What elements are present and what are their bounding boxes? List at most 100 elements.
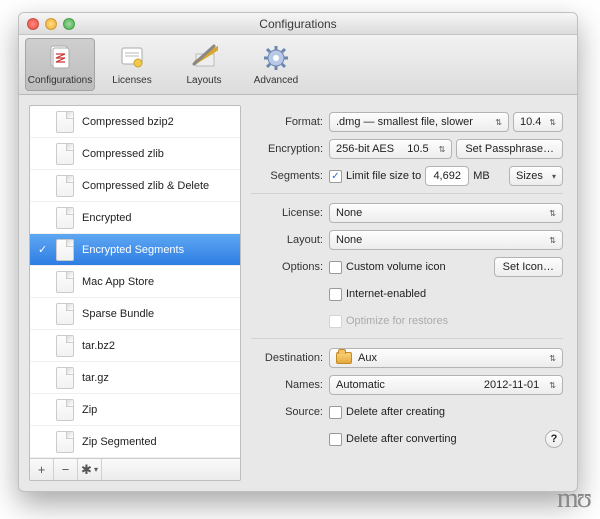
file-icon [56, 303, 74, 325]
limit-unit-label: MB [473, 170, 490, 182]
help-button[interactable]: ? [545, 430, 563, 448]
license-label: License: [251, 207, 329, 219]
chevron-down-icon: ▾ [552, 172, 556, 181]
file-icon [56, 367, 74, 389]
destination-popup[interactable]: Aux⇅ [329, 348, 563, 368]
internet-enabled-checkbox[interactable] [329, 288, 342, 301]
file-icon [56, 207, 74, 229]
limit-size-input[interactable]: 4,692 [425, 166, 469, 186]
list-item-label: Compressed zlib [82, 148, 164, 160]
custom-icon-label: Custom volume icon [346, 261, 446, 273]
gear-icon [261, 43, 291, 73]
encryption-label: Encryption: [251, 143, 329, 155]
delete-after-creating-label: Delete after creating [346, 406, 445, 418]
list-item-label: Zip [82, 404, 97, 416]
form-panel: Format: .dmg — smallest file, slower⇅ 10… [251, 105, 567, 481]
format-label: Format: [251, 116, 329, 128]
delete-after-converting-label: Delete after converting [346, 433, 457, 445]
file-icon [56, 399, 74, 421]
folder-icon [336, 352, 352, 364]
source-label: Source: [251, 406, 329, 418]
list-item[interactable]: Compressed zlib & Delete [30, 170, 240, 202]
list-item[interactable]: Zip [30, 394, 240, 426]
delete-after-converting-checkbox[interactable] [329, 433, 342, 446]
updown-icon: ⇅ [549, 381, 556, 390]
list-item[interactable]: Mac App Store [30, 266, 240, 298]
divider [251, 338, 563, 339]
set-passphrase-button[interactable]: Set Passphrase… [456, 139, 563, 159]
list-item-label: Compressed zlib & Delete [82, 180, 209, 192]
sizes-popup[interactable]: Sizes▾ [509, 166, 563, 186]
toolbar-label: Layouts [186, 75, 221, 86]
toolbar-label: Licenses [112, 75, 151, 86]
layout-label: Layout: [251, 234, 329, 246]
list-item[interactable]: Encrypted [30, 202, 240, 234]
toolbar-layouts[interactable]: Layouts [169, 39, 239, 90]
updown-icon: ⇅ [549, 236, 556, 245]
internet-enabled-label: Internet-enabled [346, 288, 426, 300]
optimize-label: Optimize for restores [346, 315, 448, 327]
delete-after-creating-checkbox[interactable] [329, 406, 342, 419]
chevron-down-icon: ▾ [94, 465, 98, 474]
list-item-label: tar.bz2 [82, 340, 115, 352]
document-stack-icon [45, 43, 75, 73]
file-icon [56, 111, 74, 133]
toolbar-configurations[interactable]: Configurations [25, 38, 95, 91]
action-gear-button[interactable]: ✱▾ [78, 459, 102, 480]
updown-icon: ⇅ [549, 354, 556, 363]
options-label: Options: [251, 261, 329, 273]
updown-icon: ⇅ [495, 118, 502, 127]
file-icon [56, 239, 74, 261]
format-popup[interactable]: .dmg — smallest file, slower⇅ [329, 112, 509, 132]
list-item[interactable]: Zip Segmented [30, 426, 240, 458]
toolbar-label: Advanced [254, 75, 298, 86]
mu-logo: mʊ [557, 483, 590, 515]
list-item-selected[interactable]: ✓ Encrypted Segments [30, 234, 240, 266]
config-list: Compressed bzip2 Compressed zlib Compres… [30, 106, 240, 458]
list-item[interactable]: Compressed zlib [30, 138, 240, 170]
titlebar: Configurations [19, 13, 577, 35]
checkmark-icon: ✓ [38, 243, 48, 256]
format-version-popup[interactable]: 10.4⇅ [513, 112, 563, 132]
segments-label: Segments: [251, 170, 329, 182]
list-item[interactable]: Compressed bzip2 [30, 106, 240, 138]
sidebar-footer: + − ✱▾ [30, 458, 240, 480]
toolbar-advanced[interactable]: Advanced [241, 39, 311, 90]
updown-icon: ⇅ [439, 145, 446, 154]
names-popup[interactable]: Automatic2012-11-01⇅ [329, 375, 563, 395]
list-item-label: Encrypted Segments [82, 244, 184, 256]
list-item-label: Mac App Store [82, 276, 154, 288]
list-item-label: tar.gz [82, 372, 109, 384]
set-icon-button[interactable]: Set Icon… [494, 257, 563, 277]
names-label: Names: [251, 379, 329, 391]
toolbar-label: Configurations [28, 75, 92, 86]
toolbar-licenses[interactable]: Licenses [97, 39, 167, 90]
file-icon [56, 335, 74, 357]
add-button[interactable]: + [30, 459, 54, 480]
updown-icon: ⇅ [549, 209, 556, 218]
destination-label: Destination: [251, 352, 329, 364]
layouts-icon [189, 43, 219, 73]
custom-icon-checkbox[interactable] [329, 261, 342, 274]
configurations-window: Configurations Configurations Licenses L… [18, 12, 578, 492]
limit-filesize-label: Limit file size to [346, 170, 421, 182]
file-icon [56, 431, 74, 453]
file-icon [56, 271, 74, 293]
divider [251, 193, 563, 194]
toolbar: Configurations Licenses Layouts Advanced [19, 35, 577, 95]
window-title: Configurations [19, 17, 577, 31]
layout-popup[interactable]: None⇅ [329, 230, 563, 250]
list-item[interactable]: tar.bz2 [30, 330, 240, 362]
list-item-label: Sparse Bundle [82, 308, 154, 320]
remove-button[interactable]: − [54, 459, 78, 480]
licenses-icon [117, 43, 147, 73]
updown-icon: ⇅ [549, 118, 556, 127]
file-icon [56, 143, 74, 165]
sidebar: Compressed bzip2 Compressed zlib Compres… [29, 105, 241, 481]
limit-filesize-checkbox[interactable]: ✓ [329, 170, 342, 183]
list-item[interactable]: tar.gz [30, 362, 240, 394]
list-item[interactable]: Sparse Bundle [30, 298, 240, 330]
encryption-popup[interactable]: 256-bit AES10.5⇅ [329, 139, 452, 159]
gear-icon: ✱ [81, 462, 92, 478]
license-popup[interactable]: None⇅ [329, 203, 563, 223]
